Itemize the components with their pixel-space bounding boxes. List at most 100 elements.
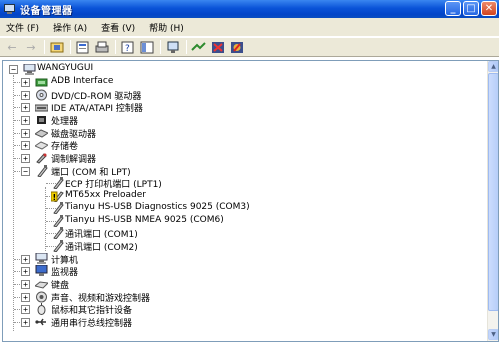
expand-toggle[interactable]: + [21,91,30,100]
tree-item[interactable]: + 监视器 [3,264,403,278]
port-warning-icon: ! [50,190,64,203]
tree-item[interactable]: + 存储卷 [3,139,403,152]
expand-toggle[interactable]: + [21,154,30,163]
expand-toggle[interactable]: + [21,116,30,125]
expand-toggle[interactable]: + [21,103,30,112]
show-hide-tree-icon[interactable] [139,39,155,55]
menu-bar: 文件 (F) 操作 (A) 查看 (V) 帮助 (H) [0,18,499,36]
monitor-icon [35,264,48,276]
tree-item[interactable]: + 处理器 [3,114,403,127]
scroll-down-button[interactable]: ▼ [488,329,498,340]
disable-device-icon[interactable] [210,39,226,55]
properties-icon[interactable] [75,39,91,55]
expand-toggle[interactable]: + [21,129,30,138]
help-icon[interactable]: ? [120,39,136,55]
tree-item[interactable]: + 磁盘驱动器 [3,127,403,140]
usb-icon [35,316,48,327]
tree-item-label: 键盘 [51,281,70,291]
port-device[interactable]: 通讯端口 (COM1) [3,227,443,240]
tree-item[interactable]: − 端口 (COM 和 LPT) [3,165,403,178]
port-device[interactable]: Tianyu HS-USB Diagnostics 9025 (COM3) [3,202,443,215]
tree-item[interactable]: + 鼠标和其它指针设备 [3,303,403,316]
tree-item-label: 存储卷 [51,142,79,152]
port-device-label: ECP 打印机端口 (LPT1) [65,180,162,190]
tree-item-label: 处理器 [51,117,79,127]
disk-icon [33,128,50,139]
device-tree: − WANGYUGUI + ADB Interface + DVD/CD-ROM… [3,61,489,341]
computer-icon [23,63,36,75]
port-device[interactable]: ! MT65xx Preloader [3,190,443,203]
minimize-button[interactable]: _ [445,1,461,16]
tree-item[interactable]: + 键盘 [3,278,403,291]
window-title: 设备管理器 [20,5,73,17]
vertical-scrollbar[interactable]: ▲ ▼ [487,61,498,341]
scroll-thumb[interactable] [488,73,498,311]
tree-item[interactable]: + IDE ATA/ATAPI 控制器 [3,101,403,114]
device-manager-icon [4,3,16,15]
toolbar-separator [44,40,45,54]
port-icon [51,202,64,215]
menu-view[interactable]: 查看 (V) [101,21,135,34]
cdrom-icon [35,89,48,101]
adb-icon [35,77,48,88]
tree-item-label: ADB Interface [51,76,114,86]
scan-hardware-icon[interactable] [165,39,181,55]
window-controls: _ □ ✕ [445,1,497,16]
update-driver-icon[interactable] [191,39,207,55]
forward-arrow-icon[interactable]: → [23,39,39,55]
expand-toggle[interactable]: + [21,255,30,264]
scroll-up-button[interactable]: ▲ [488,61,498,72]
print-icon[interactable] [94,39,110,55]
expand-toggle[interactable]: + [21,305,30,314]
expand-toggle[interactable]: + [21,280,30,289]
toolbar-separator [186,40,187,54]
title-bar[interactable]: 设备管理器 _ □ ✕ [0,0,499,18]
tree-item-label: IDE ATA/ATAPI 控制器 [51,104,143,114]
menu-help[interactable]: 帮助 (H) [149,21,184,34]
tree-item[interactable]: + DVD/CD-ROM 驱动器 [3,89,403,102]
port-icon [51,240,64,253]
tree-item[interactable]: + 通用串行总线控制器 [3,316,403,329]
toolbar: ← → ? [0,37,499,57]
menu-action[interactable]: 操作 (A) [53,21,87,34]
expand-toggle[interactable]: + [21,318,30,327]
keyboard-icon [33,279,50,290]
ide-icon [34,102,49,113]
maximize-button[interactable]: □ [463,1,479,16]
port-device[interactable]: ECP 打印机端口 (LPT1) [3,177,443,190]
svg-text:!: ! [53,193,57,202]
expand-toggle[interactable]: + [21,78,30,87]
tree-item-label: 监视器 [51,268,79,278]
port-device-label: 通讯端口 (COM1) [65,230,138,240]
menu-file[interactable]: 文件 (F) [6,21,39,34]
back-arrow-icon[interactable]: ← [4,39,20,55]
tree-item[interactable]: + 调制解调器 [3,152,403,165]
device-tree-pane: − WANGYUGUI + ADB Interface + DVD/CD-ROM… [2,60,499,342]
cpu-icon [35,114,48,125]
expand-toggle[interactable]: + [21,141,30,150]
expand-toggle[interactable]: + [21,293,30,302]
port-icon [35,165,48,178]
port-device[interactable]: 通讯端口 (COM2) [3,240,443,253]
port-icon [51,215,64,228]
tree-item[interactable]: + 声音、视频和游戏控制器 [3,291,403,304]
expand-toggle[interactable]: + [21,267,30,276]
port-device[interactable]: Tianyu HS-USB NMEA 9025 (COM6) [3,215,443,228]
tree-item[interactable]: + 计算机 [3,252,403,266]
computer-icon [35,252,48,264]
tree-item[interactable]: + ADB Interface [3,76,403,88]
collapse-toggle[interactable]: − [21,167,30,176]
modem-icon [35,152,48,164]
up-folder-icon[interactable] [49,39,65,55]
collapse-toggle[interactable]: − [9,65,18,74]
port-device-label: MT65xx Preloader [65,190,147,200]
uninstall-icon[interactable] [229,39,245,55]
sound-icon [35,291,48,303]
toolbar-separator [70,40,71,54]
tree-item-label: 鼠标和其它指针设备 [51,306,133,316]
port-icon [51,177,64,190]
port-device-label: 通讯端口 (COM2) [65,243,138,253]
tree-root[interactable]: − WANGYUGUI [3,63,303,75]
port-device-label: Tianyu HS-USB Diagnostics 9025 (COM3) [65,202,250,212]
close-button[interactable]: ✕ [481,1,497,16]
